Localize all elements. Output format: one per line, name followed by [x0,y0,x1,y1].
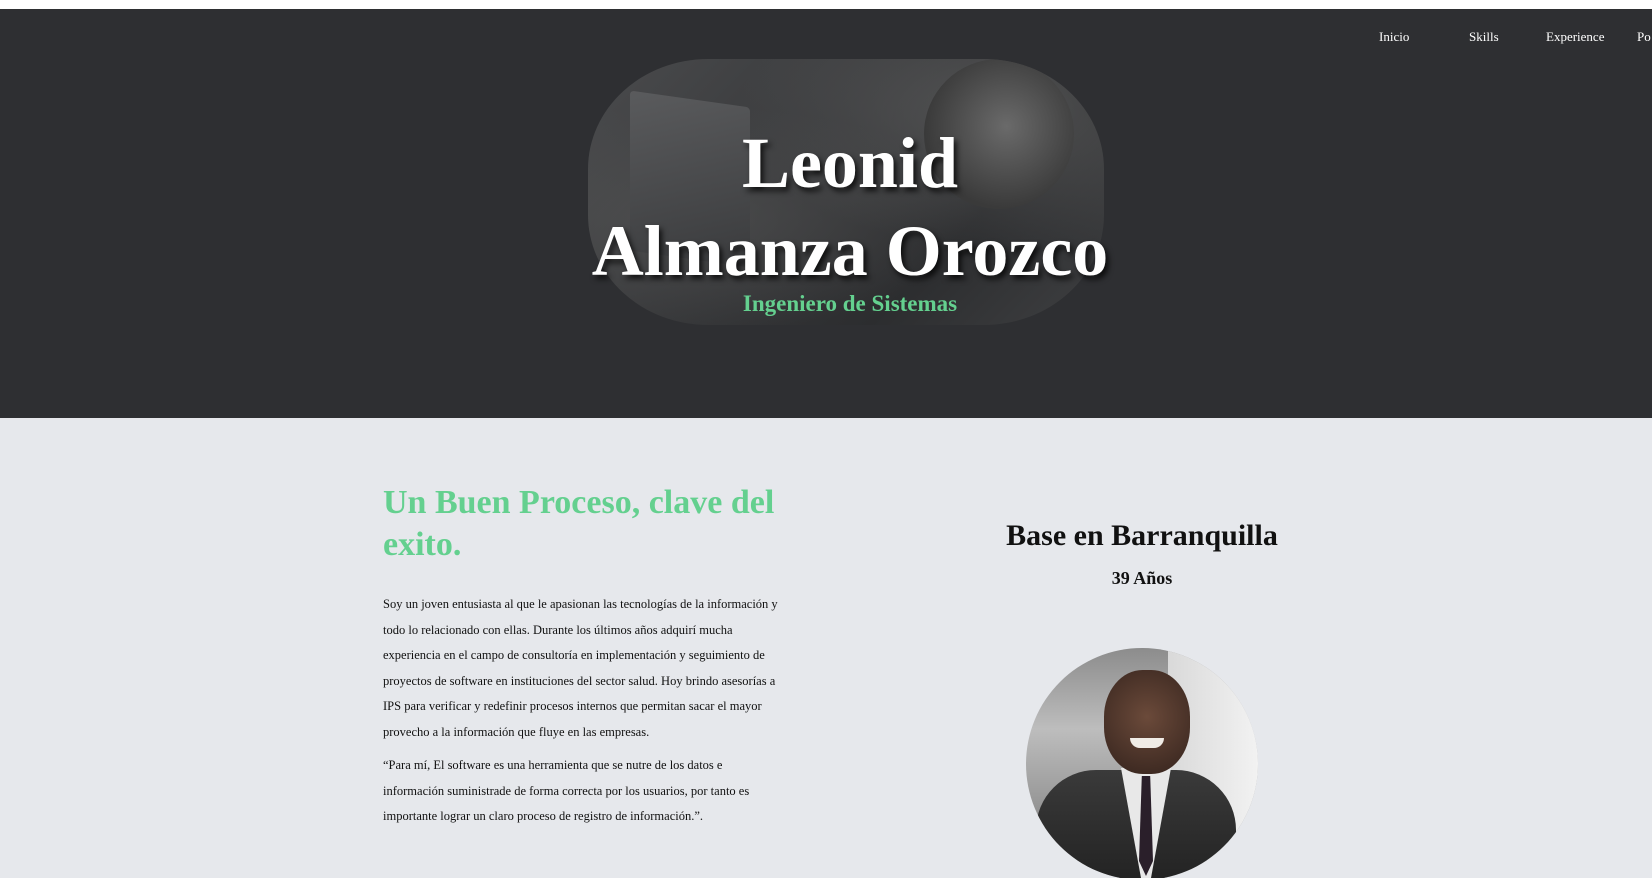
about-heading: Un Buen Proceso, clave del exito. [383,484,775,563]
hero-section: Inicio Skills Experience Po Leonid Alman… [0,9,1652,418]
hero-first-name: Leonid [741,123,959,203]
page: Inicio Skills Experience Po Leonid Alman… [0,0,1652,878]
profile-column: Base en Barranquilla 39 Años [1002,518,1282,589]
nav-link-inicio[interactable]: Inicio [1379,29,1409,45]
about-section: Un Buen Proceso, clave del exito. Soy un… [0,418,1652,878]
about-quote: “Para mí, El software es una herramienta… [383,758,750,823]
top-strip [0,0,1652,9]
nav-link-skills[interactable]: Skills [1469,29,1499,45]
about-text-column: Un Buen Proceso, clave del exito. Soy un… [383,482,783,838]
avatar-smile [1130,738,1164,748]
nav-link-experience[interactable]: Experience [1546,29,1604,45]
hero-last-name: Almanza Orozco [591,211,1109,291]
nav-link-truncated[interactable]: Po [1637,29,1651,45]
top-navigation: Inicio Skills Experience Po [0,21,1652,51]
profile-avatar [1026,648,1258,878]
hero-name: Leonid Almanza Orozco [0,119,1652,295]
hero-subtitle: Ingeniero de Sistemas [742,291,958,316]
avatar-face [1104,670,1190,774]
profile-age: 39 Años [1111,568,1173,588]
profile-location: Base en Barranquilla [1006,519,1278,552]
about-paragraph: Soy un joven entusiasta al que le apasio… [383,597,778,739]
